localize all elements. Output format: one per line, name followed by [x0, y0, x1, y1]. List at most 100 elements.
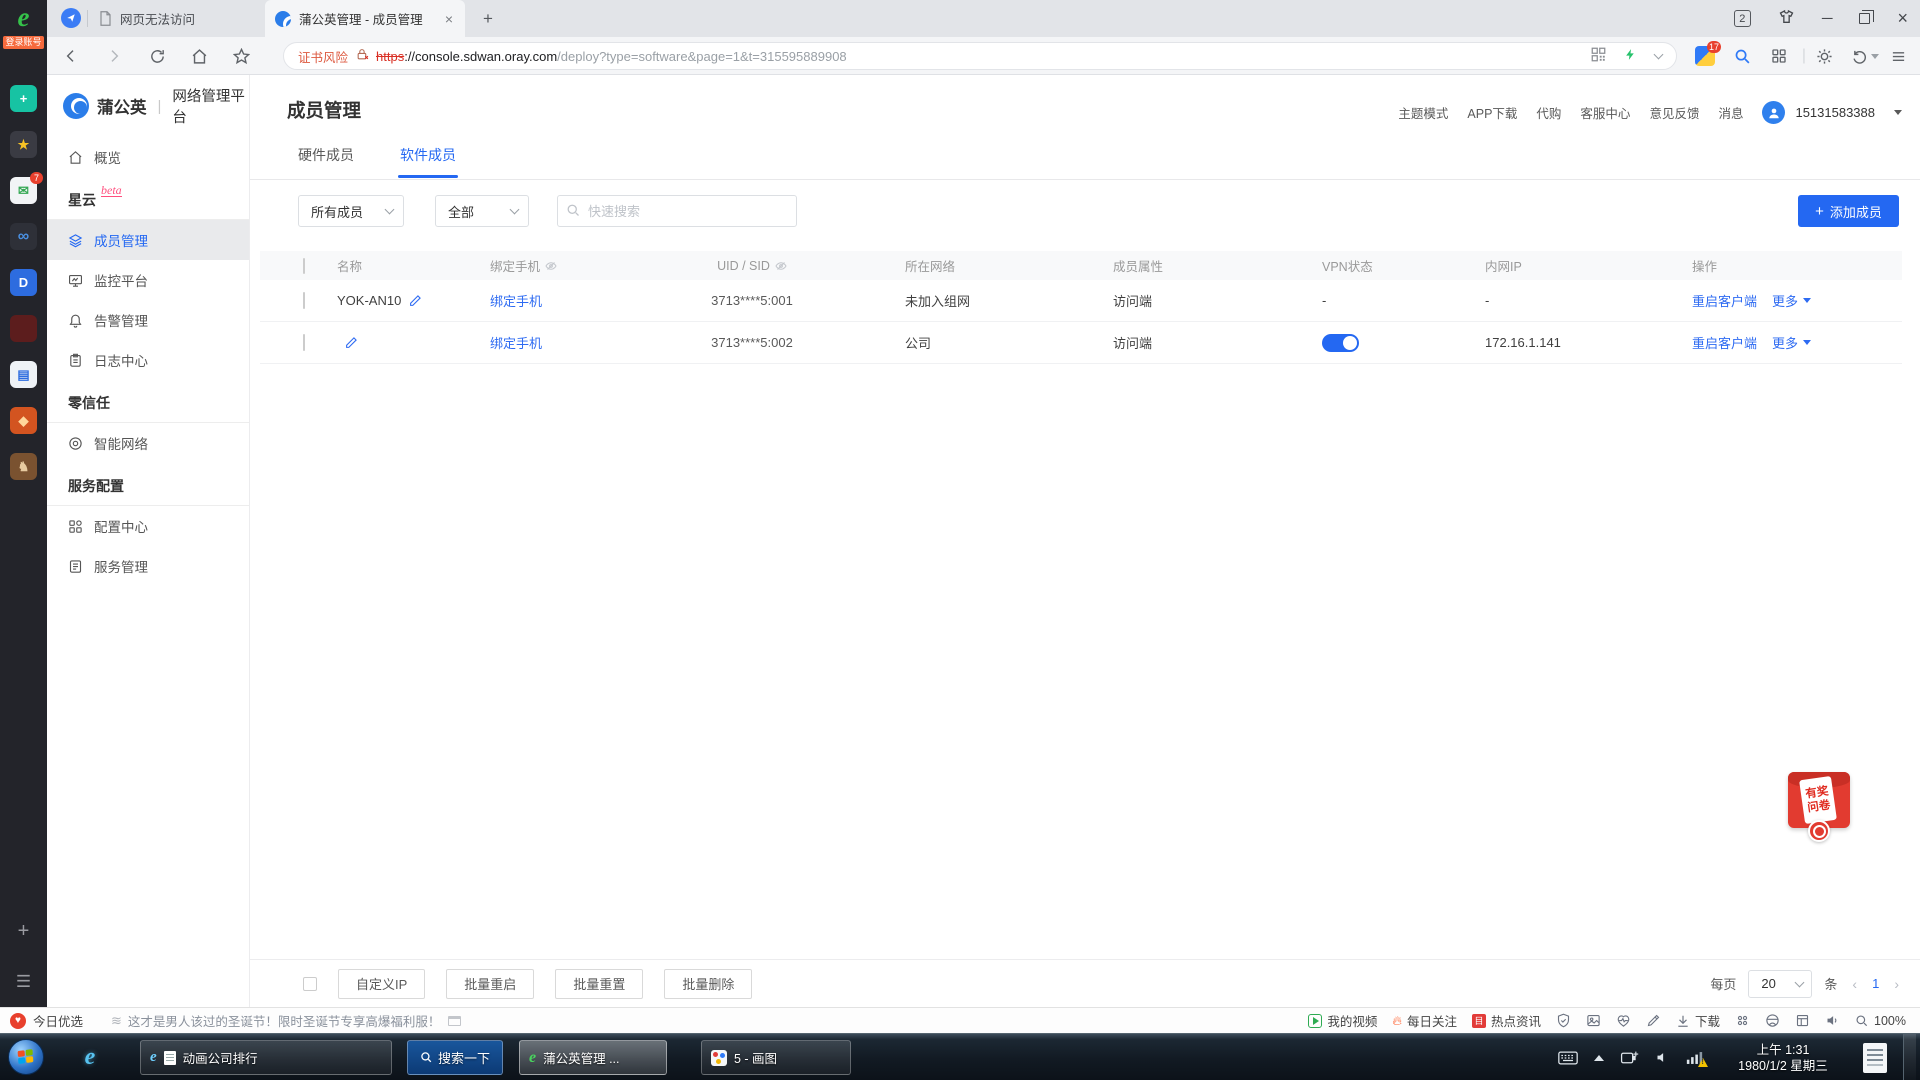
header-link-theme[interactable]: 主题模式 [1398, 103, 1448, 122]
sidebar-item-members[interactable]: 成员管理 [47, 220, 249, 260]
tab-software-members[interactable]: 软件成员 [400, 145, 456, 178]
daynight-mode-icon[interactable] [1813, 45, 1835, 67]
layout-icon[interactable] [1795, 1013, 1810, 1028]
qr-code-icon[interactable] [1591, 47, 1606, 65]
prev-page-icon[interactable]: ‹ [1849, 976, 1860, 992]
sidebar-item-logs[interactable]: 日志中心 [47, 340, 249, 380]
restore-button[interactable] [1859, 13, 1870, 24]
daily-follow-link[interactable]: 🔥︎ 每日关注 [1392, 1011, 1457, 1030]
sidebar-item-service-manage[interactable]: 服务管理 [47, 546, 249, 586]
address-bar[interactable]: 证书风险 https://console.sdwan.oray.com/depl… [283, 42, 1677, 70]
batch-select-checkbox[interactable] [303, 977, 317, 991]
taskbar-ie-icon[interactable]: e [72, 1040, 108, 1075]
hot-news-link[interactable]: 目 热点资讯 [1472, 1011, 1541, 1030]
sidebar-item-overview[interactable]: 概览 [47, 137, 249, 177]
bind-phone-link[interactable]: 绑定手机 [490, 333, 542, 352]
per-page-select[interactable]: 20 [1748, 970, 1812, 998]
survey-float-widget[interactable]: 有奖 问卷 [1786, 772, 1852, 844]
pen-icon[interactable] [1646, 1013, 1661, 1028]
input-keyboard-icon[interactable] [1558, 1051, 1578, 1065]
app-logo[interactable]: 蒲公英 | 网络管理平台 [47, 75, 249, 137]
extension-icon[interactable]: 17 [1694, 45, 1716, 67]
show-desktop-button[interactable] [1903, 1034, 1916, 1080]
more-actions-link[interactable]: 更多 [1772, 333, 1811, 352]
batch-delete-button[interactable]: 批量删除 [664, 969, 752, 999]
user-avatar[interactable] [1762, 101, 1785, 124]
restart-client-link[interactable]: 重启客户端 [1692, 291, 1757, 310]
back-icon[interactable] [60, 45, 82, 67]
tab-count-box[interactable]: 2 [1734, 10, 1751, 27]
theme-shirt-icon[interactable] [1778, 9, 1795, 28]
dock-game-orange-icon[interactable]: ◆ [10, 407, 37, 434]
taskbar-clock[interactable]: 上午 1:31 1980/1/2 星期三 [1719, 1042, 1847, 1074]
download-link[interactable]: 下载 [1676, 1011, 1720, 1030]
dock-favorites-star-icon[interactable]: ★ [10, 131, 37, 158]
header-link-messages[interactable]: 消息 [1718, 103, 1743, 122]
dock-add-app-icon[interactable]: + [10, 85, 37, 112]
undo-history-icon[interactable] [1850, 45, 1880, 67]
notes-tray-icon[interactable] [1863, 1043, 1887, 1073]
dock-dark-red-app-icon[interactable] [10, 315, 37, 342]
dock-game-brown-icon[interactable]: ♞ [10, 453, 37, 480]
taskbar-button-oray[interactable]: e 蒲公英管理 ... [519, 1040, 667, 1075]
dock-d-app-icon[interactable]: D [10, 269, 37, 296]
login-account-badge[interactable]: 登录账号 [3, 36, 43, 49]
health-heart-icon[interactable] [1616, 1013, 1631, 1028]
sidebar-item-config-center[interactable]: 配置中心 [47, 506, 249, 546]
refresh-icon[interactable] [146, 45, 168, 67]
bind-phone-link[interactable]: 绑定手机 [490, 291, 542, 310]
taskbar-search-widget[interactable]: 搜索一下 [407, 1040, 503, 1075]
dock-list-icon[interactable]: ☰ [0, 972, 47, 992]
browser-logo[interactable]: e 登录账号 [0, 2, 47, 50]
dock-blue-app-icon[interactable]: ▤ [10, 361, 37, 388]
tray-expand-icon[interactable] [1594, 1055, 1604, 1061]
edit-pencil-icon[interactable] [345, 336, 358, 349]
batch-restart-button[interactable]: 批量重启 [446, 969, 534, 999]
speaker-icon[interactable] [1825, 1013, 1840, 1028]
power-plug-icon[interactable] [1620, 1050, 1639, 1066]
dock-link-icon[interactable]: ∞ [10, 223, 37, 250]
search-input[interactable] [557, 195, 797, 227]
tab-oray-console[interactable]: 蒲公英管理 - 成员管理 × [265, 0, 465, 37]
forward-icon[interactable] [103, 45, 125, 67]
sidebar-item-alarm[interactable]: 告警管理 [47, 300, 249, 340]
dock-add-icon[interactable]: + [0, 920, 47, 943]
close-button[interactable]: × [1897, 11, 1908, 26]
account-dropdown-icon[interactable] [1894, 110, 1902, 115]
bookmark-star-icon[interactable] [230, 45, 252, 67]
screenshot-icon[interactable] [1586, 1013, 1601, 1028]
apps-grid-icon[interactable] [1768, 45, 1790, 67]
shield-icon[interactable] [1556, 1013, 1571, 1028]
eye-off-icon[interactable] [775, 260, 787, 272]
start-button[interactable] [8, 1039, 44, 1075]
certificate-warning[interactable]: 证书风险 [298, 47, 348, 66]
tab-hardware-members[interactable]: 硬件成员 [298, 145, 354, 178]
tab-close-icon[interactable]: × [443, 11, 455, 27]
taskbar-button-paint[interactable]: 5 - 画图 [701, 1040, 851, 1075]
tab-error-page[interactable]: 网页无法访问 [89, 0, 265, 37]
network-icon[interactable] [1686, 1051, 1703, 1065]
row-checkbox[interactable] [303, 334, 305, 351]
taskbar-button-webpage[interactable]: e 动画公司排行 [140, 1040, 392, 1075]
type-filter-select[interactable]: 全部 [435, 195, 529, 227]
search-tool-icon[interactable] [1731, 45, 1753, 67]
promo-ticker[interactable]: 这才是男人该过的圣诞节！限时圣诞节专享高爆福利服！ [128, 1011, 441, 1030]
header-link-feedback[interactable]: 意见反馈 [1649, 103, 1699, 122]
minimize-button[interactable]: ─ [1822, 11, 1833, 26]
reader-flash-icon[interactable] [1624, 47, 1637, 65]
my-videos-link[interactable]: 我的视频 [1308, 1011, 1377, 1030]
batch-reset-button[interactable]: 批量重置 [555, 969, 643, 999]
daily-picks-link[interactable]: 今日优选 [33, 1011, 83, 1030]
compat-mode-icon[interactable] [1765, 1013, 1780, 1028]
next-page-icon[interactable]: › [1891, 976, 1902, 992]
menu-icon[interactable] [1887, 45, 1909, 67]
dock-mail-icon[interactable]: ✉7 [10, 177, 37, 204]
edit-pencil-icon[interactable] [409, 294, 422, 307]
sidebar-item-smart-network[interactable]: 智能网络 [47, 423, 249, 463]
header-link-app-download[interactable]: APP下载 [1467, 103, 1517, 122]
account-number[interactable]: 15131583388 [1795, 105, 1875, 120]
new-tab-button[interactable]: + [475, 6, 501, 32]
vpn-toggle-on[interactable] [1322, 334, 1359, 352]
widgets-icon[interactable] [1735, 1013, 1750, 1028]
more-actions-link[interactable]: 更多 [1772, 291, 1811, 310]
